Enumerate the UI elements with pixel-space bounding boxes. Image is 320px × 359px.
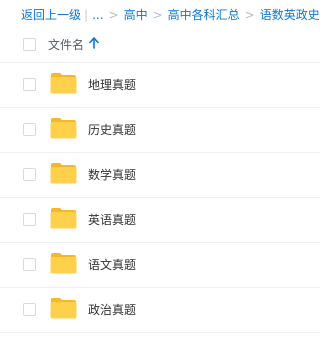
folder-icon bbox=[50, 298, 77, 319]
breadcrumb-ellipsis[interactable]: ... bbox=[92, 6, 103, 24]
folder-name[interactable]: 英语真题 bbox=[88, 211, 136, 228]
folder-icon bbox=[50, 163, 77, 184]
list-item[interactable]: 语文真题 bbox=[0, 243, 320, 288]
row-checkbox[interactable] bbox=[23, 123, 36, 136]
breadcrumb: 返回上一级|... > 高中 > 高中各科汇总 > 语数英政史地 bbox=[21, 6, 320, 24]
list-item[interactable]: 地理真题 bbox=[0, 63, 320, 108]
folder-name[interactable]: 数学真题 bbox=[88, 166, 136, 183]
folder-name[interactable]: 语文真题 bbox=[88, 256, 136, 273]
list-item[interactable]: 政治真题 bbox=[0, 288, 320, 333]
folder-icon bbox=[50, 208, 77, 229]
breadcrumb-item-gaozhong[interactable]: 高中 bbox=[124, 6, 148, 24]
chevron-right-icon: > bbox=[244, 8, 255, 22]
folder-name[interactable]: 政治真题 bbox=[88, 301, 136, 318]
folder-name[interactable]: 地理真题 bbox=[88, 76, 136, 93]
folder-icon bbox=[50, 253, 77, 274]
list-header: 文件名 bbox=[0, 28, 320, 63]
list-item[interactable]: 历史真题 bbox=[0, 108, 320, 153]
list-item[interactable]: 数学真题 bbox=[0, 153, 320, 198]
divider: | bbox=[84, 8, 89, 22]
breadcrumb-item-summary[interactable]: 高中各科汇总 bbox=[168, 6, 240, 24]
chevron-right-icon: > bbox=[152, 8, 163, 22]
row-checkbox[interactable] bbox=[23, 78, 36, 91]
row-checkbox[interactable] bbox=[23, 303, 36, 316]
filename-column-header[interactable]: 文件名 bbox=[48, 36, 84, 53]
breadcrumb-item-current[interactable]: 语数英政史地 bbox=[260, 6, 320, 24]
row-checkbox[interactable] bbox=[23, 213, 36, 226]
row-checkbox[interactable] bbox=[23, 258, 36, 271]
folder-icon bbox=[50, 73, 77, 94]
row-checkbox[interactable] bbox=[23, 168, 36, 181]
back-link[interactable]: 返回上一级 bbox=[21, 6, 81, 24]
select-all-checkbox[interactable] bbox=[23, 38, 36, 51]
folder-name[interactable]: 历史真题 bbox=[88, 121, 136, 138]
folder-icon bbox=[50, 118, 77, 139]
list-item[interactable]: 英语真题 bbox=[0, 198, 320, 243]
chevron-right-icon: > bbox=[108, 8, 119, 22]
sort-ascending-icon[interactable] bbox=[89, 37, 99, 49]
